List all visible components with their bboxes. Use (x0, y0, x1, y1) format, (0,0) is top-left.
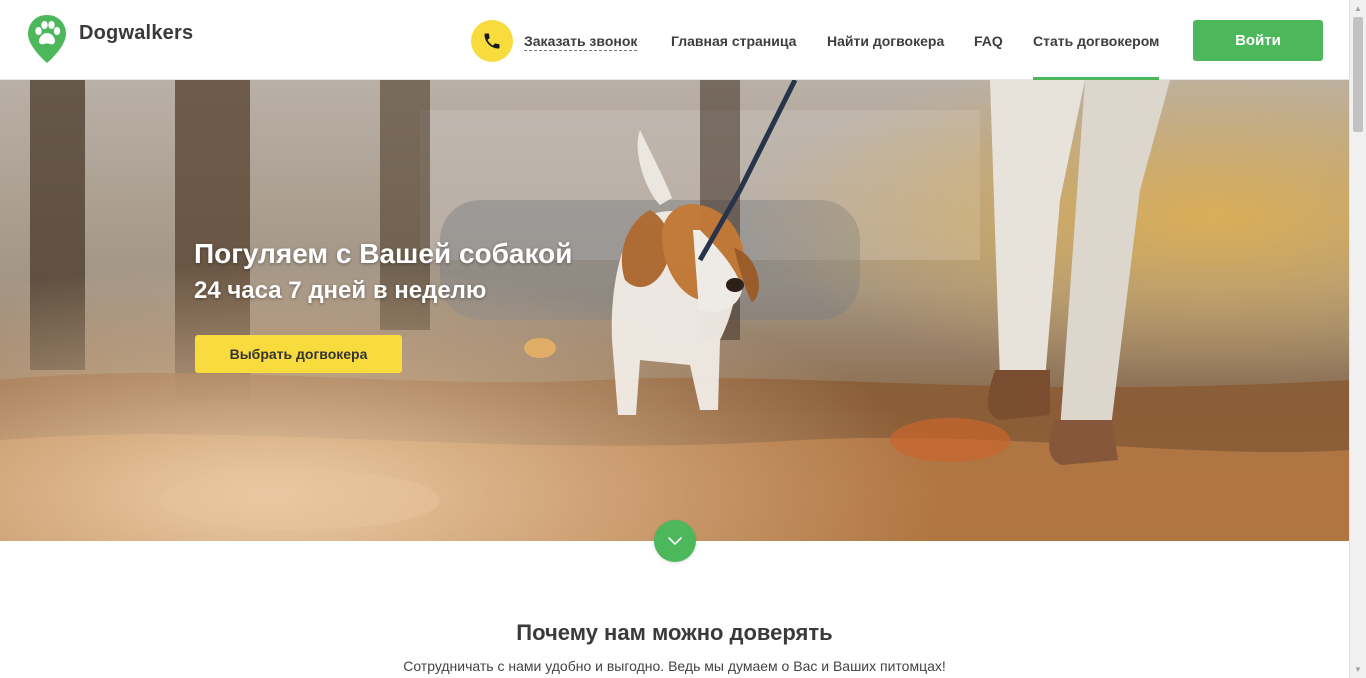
nav-home[interactable]: Главная страница (671, 33, 796, 49)
scroll-down-button[interactable] (654, 520, 696, 562)
chevron-down-icon (668, 537, 682, 546)
trust-section-text: Сотрудничать с нами удобно и выгодно. Ве… (403, 658, 946, 674)
phone-icon (484, 33, 500, 49)
nav-faq[interactable]: FAQ (974, 33, 1003, 49)
scroll-up-arrow-icon[interactable]: ▲ (1350, 0, 1366, 17)
site-header: Dogwalkers Заказать звонок Главная стран… (0, 0, 1349, 80)
hero-background-image (0, 80, 1349, 541)
call-request-link[interactable]: Заказать звонок (524, 33, 638, 51)
page-scrollbar[interactable]: ▲ ▼ (1349, 0, 1366, 678)
nav-active-indicator (1033, 77, 1159, 80)
hero-subtitle: 24 часа 7 дней в неделю (194, 277, 487, 304)
brand-name: Dogwalkers (79, 21, 194, 44)
trust-section-title: Почему нам можно доверять (516, 620, 833, 645)
logo-link[interactable]: Dogwalkers (26, 14, 193, 64)
hero-title: Погуляем с Вашей собакой (194, 238, 573, 269)
scrollbar-thumb[interactable] (1353, 17, 1363, 132)
nav-find-walker[interactable]: Найти догвокера (827, 33, 944, 49)
choose-walker-button[interactable]: Выбрать догвокера (195, 335, 402, 373)
page: Dogwalkers Заказать звонок Главная стран… (0, 0, 1366, 678)
scroll-down-arrow-icon[interactable]: ▼ (1350, 661, 1366, 678)
hero-banner: Погуляем с Вашей собакой 24 часа 7 дней … (0, 80, 1349, 541)
login-button[interactable]: Войти (1193, 20, 1323, 61)
paw-pin-icon (28, 15, 66, 63)
call-button[interactable] (471, 20, 513, 62)
nav-become-walker[interactable]: Стать догвокером (1033, 33, 1159, 49)
